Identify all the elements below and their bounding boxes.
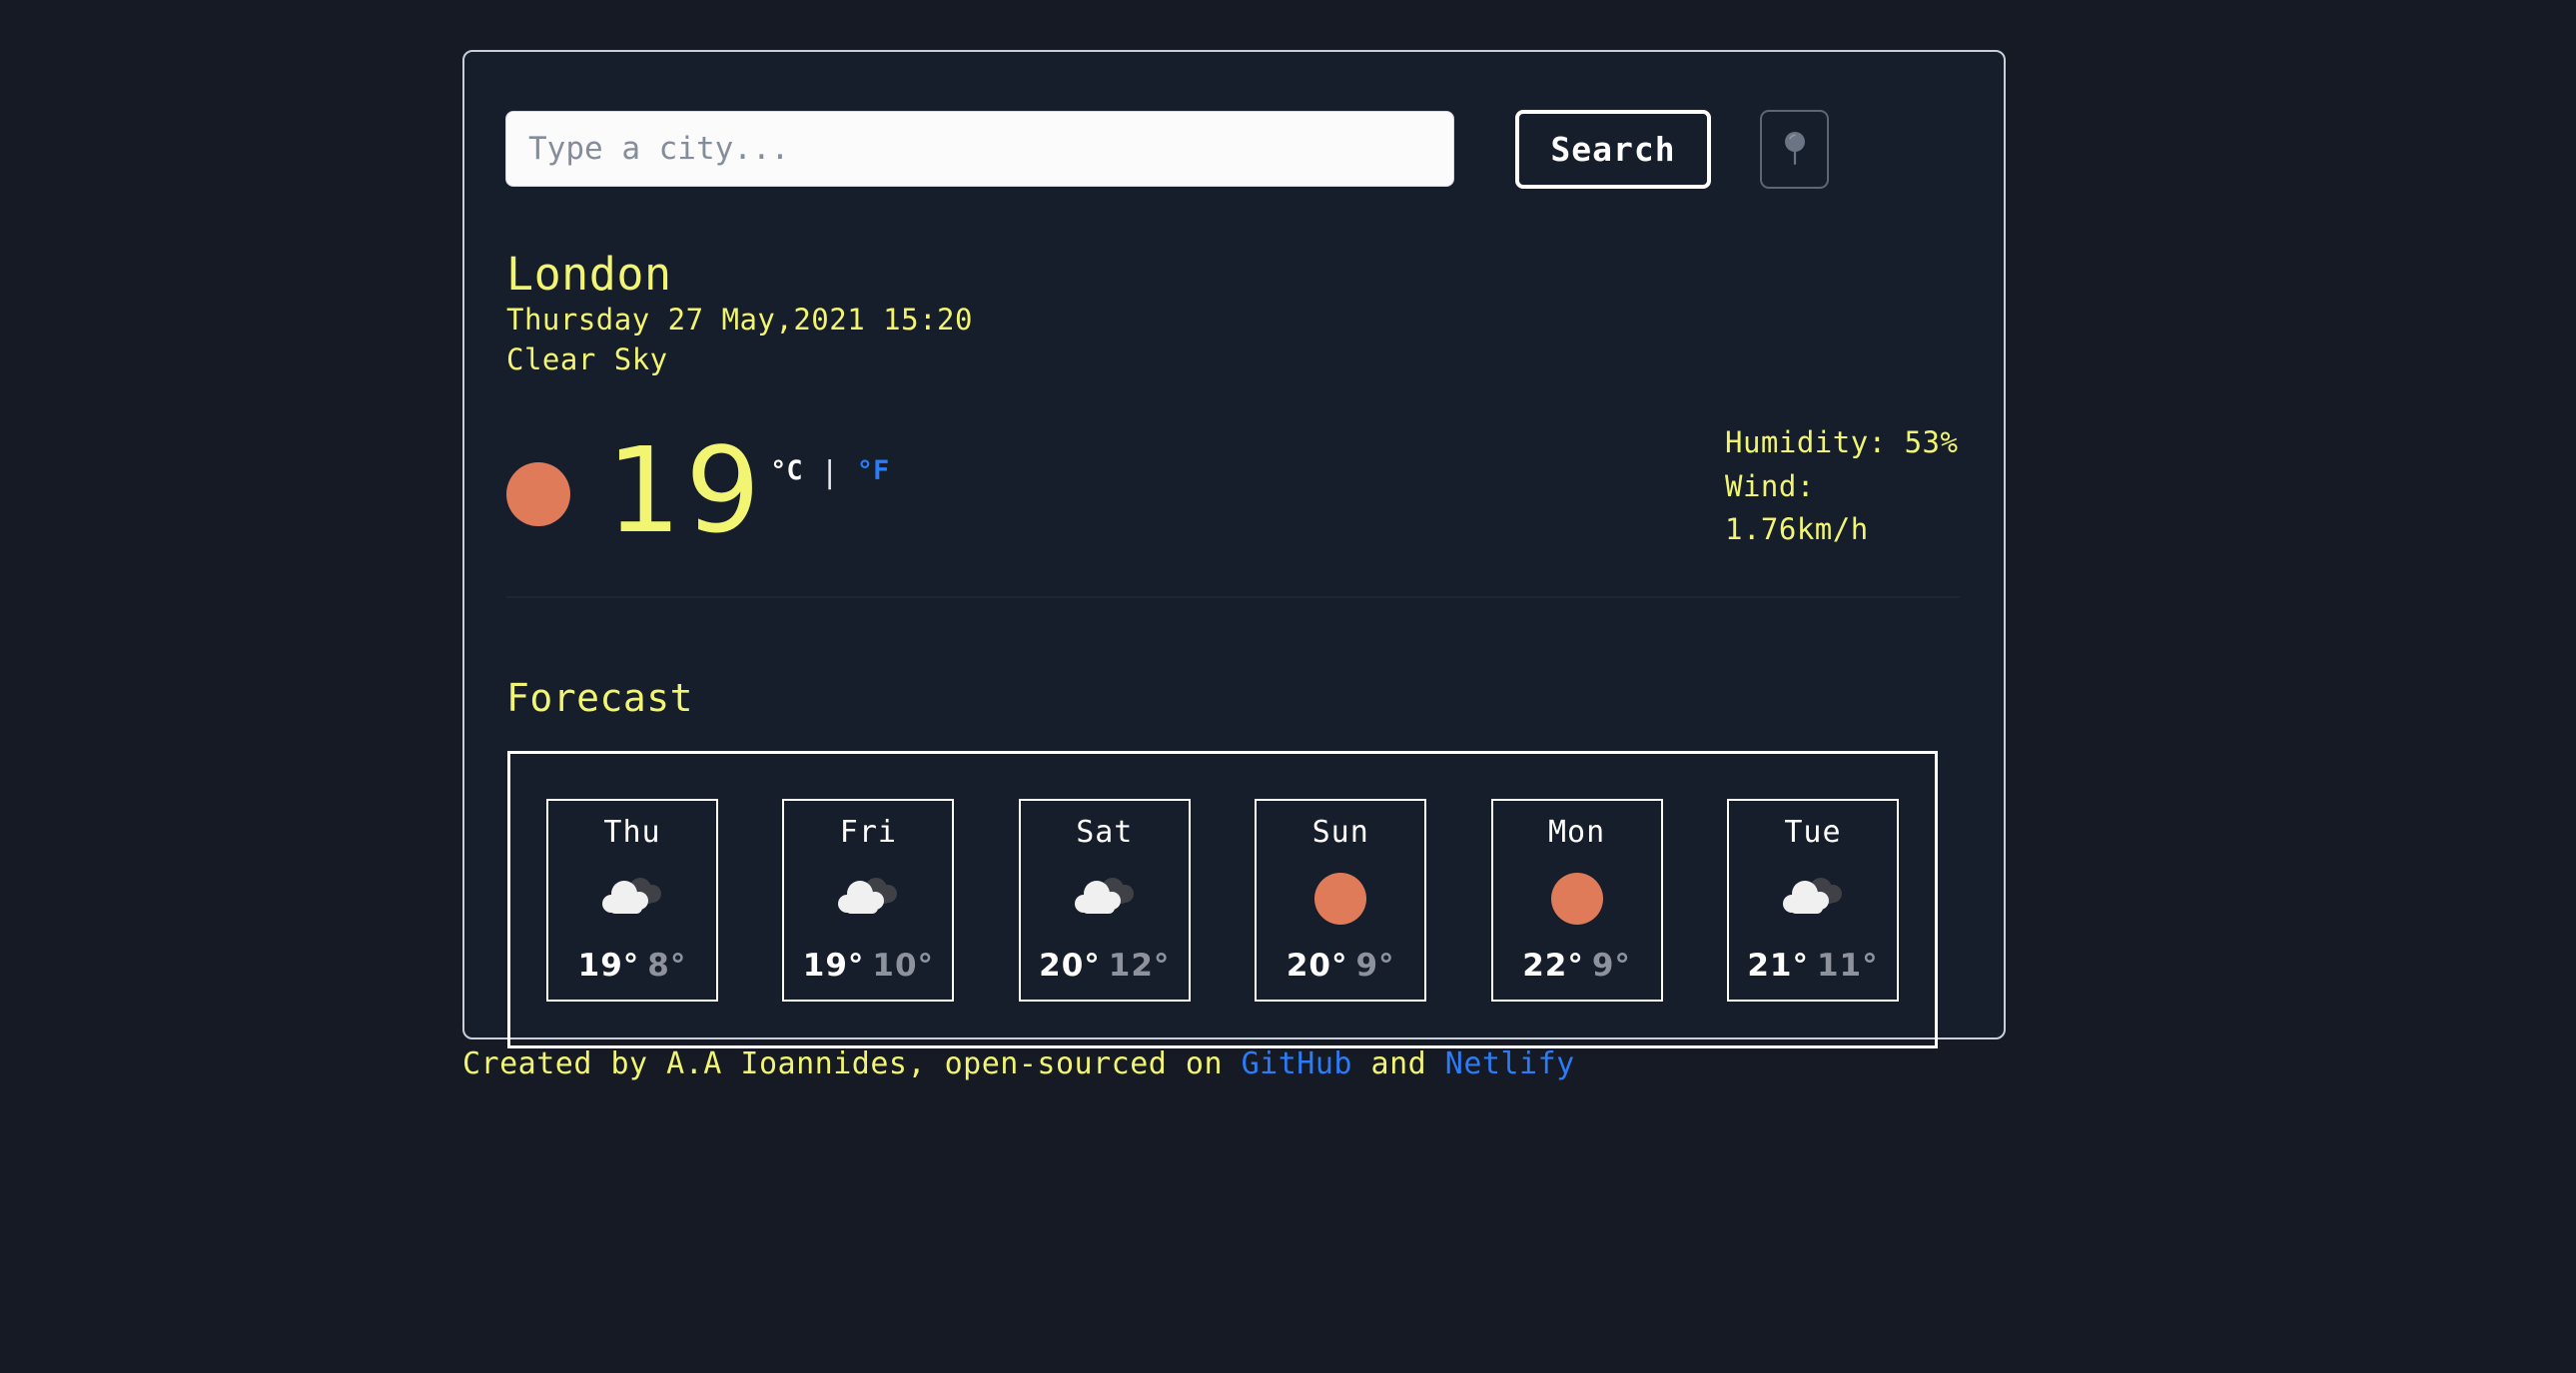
- forecast-icon-slot: [1493, 869, 1661, 929]
- forecast-day-label: Thu: [603, 814, 661, 850]
- forecast-day-label: Fri: [839, 814, 897, 850]
- forecast-temp-max: 21°: [1747, 947, 1809, 984]
- temperature-group: 19 °C | °F: [506, 431, 889, 549]
- forecast-temp-min: 9°: [1355, 947, 1395, 984]
- unit-celsius[interactable]: °C: [770, 455, 803, 486]
- github-link[interactable]: GitHub: [1242, 1046, 1352, 1081]
- forecast-temp-min: 9°: [1591, 947, 1631, 984]
- location-pin-icon: [1784, 132, 1805, 165]
- forecast-temp-min: 10°: [872, 947, 935, 984]
- search-bar: Search: [505, 99, 1964, 199]
- forecast-day-label: Sat: [1076, 814, 1134, 850]
- footer-middle: and: [1351, 1046, 1445, 1081]
- forecast-card[interactable]: Mon 22° 9°: [1490, 798, 1663, 1002]
- unit-toggle: °C | °F: [770, 455, 889, 490]
- forecast-temp-min: 11°: [1816, 947, 1879, 984]
- current-conditions-header: London Thursday 27 May,2021 15:20 Clear …: [506, 248, 1965, 379]
- forecast-icon-slot: [548, 869, 716, 929]
- forecast-day-label: Mon: [1547, 814, 1606, 850]
- city-name: London: [506, 248, 672, 301]
- geolocate-button[interactable]: [1760, 109, 1829, 189]
- cloud-icon: [1074, 877, 1134, 914]
- forecast-card[interactable]: Tue 21° 11°: [1726, 798, 1899, 1002]
- forecast-icon-slot: [1729, 869, 1897, 929]
- search-button[interactable]: Search: [1515, 109, 1711, 189]
- sun-icon: [1314, 872, 1367, 925]
- netlify-link[interactable]: Netlify: [1445, 1046, 1575, 1081]
- sun-icon: [506, 462, 570, 526]
- forecast-icon-slot: [1257, 869, 1424, 929]
- forecast-day-label: Tue: [1784, 814, 1842, 850]
- footer-prefix: Created by A.A Ioannides, open-sourced o…: [462, 1046, 1242, 1081]
- unit-fahrenheit[interactable]: °F: [857, 455, 890, 486]
- forecast-icon-slot: [784, 869, 952, 929]
- forecast-card[interactable]: Thu 19° 8°: [546, 798, 718, 1002]
- forecast-day-label: Sun: [1311, 814, 1369, 850]
- cloud-icon: [602, 877, 661, 914]
- forecast-list: Thu 19° 8° Fri 19° 10° Sat 20° 12° Sun 20° 9° Mon 22°…: [507, 751, 1938, 1048]
- footer-credit: Created by A.A Ioannides, open-sourced o…: [462, 1046, 1575, 1081]
- forecast-card[interactable]: Sun 20° 9°: [1255, 798, 1427, 1002]
- forecast-temps: 22° 9°: [1522, 948, 1631, 984]
- forecast-temp-max: 20°: [1286, 947, 1348, 984]
- current-details: Humidity: 53% Wind: 1.76km/h: [1725, 421, 1965, 552]
- forecast-card[interactable]: Fri 19° 10°: [782, 798, 955, 1002]
- forecast-temp-max: 20°: [1039, 947, 1101, 984]
- weather-app-page: Search London Thursday 27 May,2021 15:20…: [0, 0, 2576, 1373]
- humidity-value: Humidity: 53%: [1725, 425, 1959, 459]
- forecast-temp-min: 12°: [1108, 947, 1171, 984]
- current-datetime: Thursday 27 May,2021 15:20: [506, 303, 973, 338]
- forecast-temp-max: 19°: [802, 947, 865, 984]
- section-divider: [506, 596, 1960, 598]
- forecast-temps: 21° 11°: [1747, 948, 1878, 984]
- weather-card: Search London Thursday 27 May,2021 15:20…: [462, 50, 2006, 1048]
- current-temperature-value: 19: [606, 421, 765, 559]
- forecast-card[interactable]: Sat 20° 12°: [1018, 798, 1191, 1002]
- forecast-temps: 19° 10°: [803, 948, 934, 984]
- forecast-temp-max: 19°: [577, 947, 640, 984]
- unit-separator: |: [820, 454, 839, 490]
- sun-icon: [1550, 872, 1603, 925]
- forecast-temp-min: 8°: [647, 947, 687, 984]
- forecast-title: Forecast: [506, 676, 694, 720]
- forecast-temps: 19° 8°: [578, 948, 687, 984]
- cloud-icon: [1782, 877, 1842, 914]
- city-search-input[interactable]: [505, 111, 1454, 187]
- wind-value: Wind: 1.76km/h: [1725, 468, 1869, 547]
- cloud-icon: [838, 877, 898, 914]
- forecast-icon-slot: [1021, 869, 1189, 929]
- forecast-temps: 20° 12°: [1039, 948, 1170, 984]
- current-temperature-row: 19 °C | °F Humidity: 53% Wind: 1.76km/h: [506, 425, 1965, 571]
- forecast-temp-max: 22°: [1522, 947, 1584, 984]
- forecast-temps: 20° 9°: [1287, 948, 1395, 984]
- current-description: Clear Sky: [506, 343, 668, 377]
